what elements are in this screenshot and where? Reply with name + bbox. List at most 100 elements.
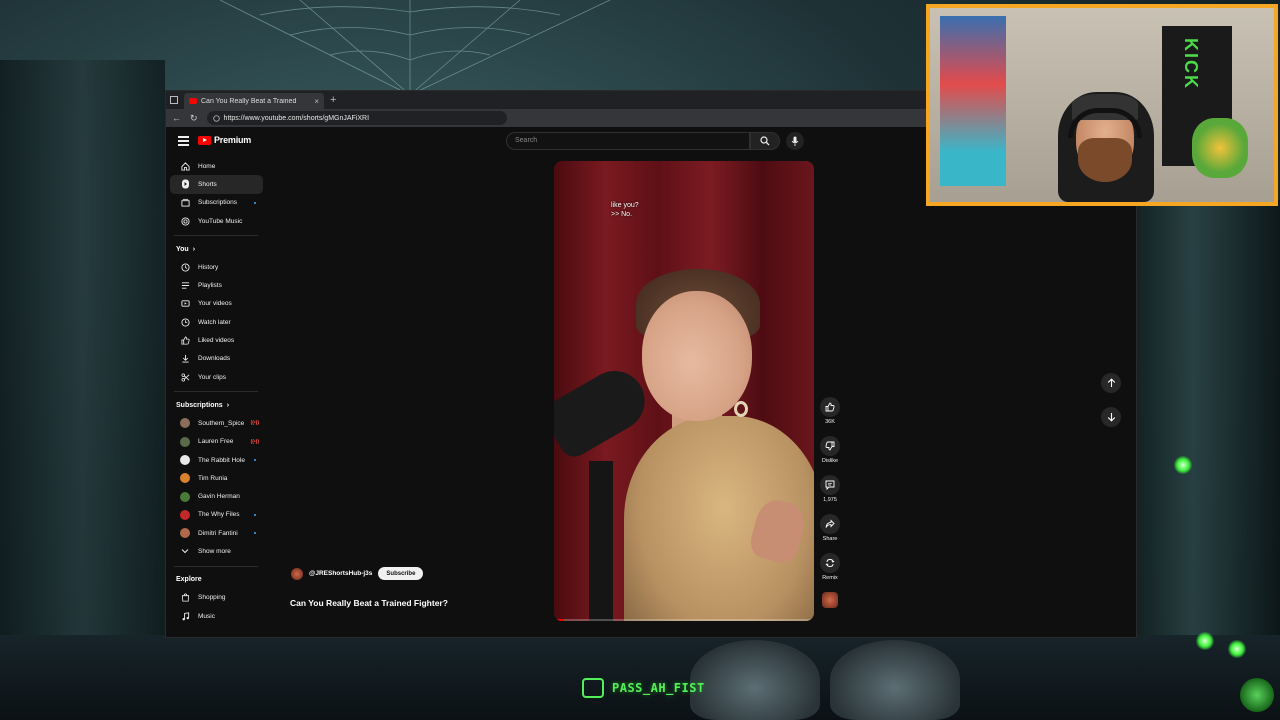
remix-icon — [825, 559, 835, 567]
jack-o-lantern-right — [830, 640, 960, 720]
url-field[interactable]: https://www.youtube.com/shorts/gMGnJAFiX… — [206, 111, 507, 125]
video-frame-subject — [734, 401, 748, 417]
live-indicator-icon: ((•)) — [250, 438, 259, 445]
you-section-heading[interactable]: You › — [166, 240, 266, 258]
sidebar-item-label: Downloads — [198, 355, 231, 363]
chevron-right-icon: › — [192, 245, 196, 253]
sidebar-subscription-item[interactable]: Dimitri Fantini — [170, 524, 263, 542]
avatar — [180, 418, 190, 429]
sidebar-item-your-videos[interactable]: Your videos — [170, 295, 263, 313]
sidebar-item-label: Your videos — [198, 300, 232, 308]
site-info-icon[interactable] — [212, 114, 220, 122]
back-arrow-icon[interactable]: ← — [172, 113, 181, 123]
chevron-right-icon: › — [226, 401, 230, 409]
avatar[interactable] — [291, 567, 303, 580]
channel-logo-icon — [1240, 678, 1274, 712]
search-button[interactable] — [750, 132, 780, 150]
sidebar-item-label: Your clips — [198, 373, 226, 381]
sidebar-subscription-item[interactable]: The Rabbit Hole — [170, 451, 263, 469]
previous-short-button[interactable] — [1101, 373, 1121, 393]
dislike-button[interactable] — [820, 436, 840, 456]
thumbs-up-icon — [825, 402, 835, 412]
sidebar-item-music[interactable]: Music — [170, 607, 263, 625]
sidebar-item-playlists[interactable]: Playlists — [170, 276, 263, 294]
shorts-navigation — [1101, 373, 1121, 427]
remix-button[interactable] — [820, 553, 840, 573]
channel-name[interactable]: @JREShortsHub-j3s — [309, 570, 372, 577]
reload-icon[interactable]: ↻ — [190, 113, 198, 124]
sound-source-avatar[interactable] — [822, 592, 838, 608]
sidebar-item-your-clips[interactable]: Your clips — [170, 368, 263, 386]
voice-search-button[interactable] — [786, 132, 804, 150]
sidebar-item-label: The Why Files — [198, 511, 240, 519]
sidebar-subscription-item[interactable]: Tim Runia — [170, 469, 263, 487]
sidebar-item-shorts[interactable]: Shorts — [170, 175, 263, 194]
sidebar-item-label: Southern_Spice — [198, 419, 245, 427]
sidebar-subscription-item[interactable]: The Why Files — [170, 506, 263, 524]
avatar — [180, 509, 190, 520]
explore-section-heading: Explore — [166, 571, 266, 589]
sidebar-item-subscriptions[interactable]: Subscriptions — [170, 194, 263, 212]
window-menu-icon[interactable] — [170, 96, 178, 104]
subscribe-button[interactable]: Subscribe — [378, 567, 424, 580]
sidebar-subscription-item[interactable]: Lauren Free ((•)) — [170, 433, 263, 451]
you-heading-text: You — [176, 245, 189, 253]
show-more-button[interactable]: Show more — [170, 542, 263, 560]
next-short-button[interactable] — [1101, 407, 1121, 427]
new-content-dot — [254, 513, 256, 516]
jack-o-lantern-left — [690, 640, 820, 720]
webcam-overlay: KICK — [926, 4, 1278, 206]
sidebar-item-downloads[interactable]: Downloads — [170, 350, 263, 368]
sidebar-item-liked-videos[interactable]: Liked videos — [170, 331, 263, 349]
sidebar-item-label: Watch later — [198, 318, 231, 326]
comments-button[interactable] — [820, 475, 840, 495]
youtube-premium-logo[interactable]: Premium — [198, 135, 251, 145]
sidebar-item-history[interactable]: History — [170, 258, 263, 276]
shorts-action-bar: 36K Dislike 1,975 Share Remix — [818, 397, 842, 608]
divider — [174, 565, 258, 567]
shorts-video-player[interactable]: like you? >> No. — [554, 161, 814, 621]
share-button[interactable] — [820, 514, 840, 534]
divider — [174, 235, 258, 237]
sidebar-item-label: Playlists — [198, 282, 222, 290]
sidebar-item-label: Subscriptions — [198, 199, 238, 207]
browser-tab[interactable]: Can You Really Beat a Trained × — [184, 93, 324, 109]
sidebar-item-youtube-music[interactable]: YouTube Music — [170, 212, 263, 230]
sidebar-subscription-item[interactable]: Southern_Spice ((•)) — [170, 414, 263, 432]
zombie-eye-icon — [1228, 640, 1246, 658]
url-text: https://www.youtube.com/shorts/gMGnJAFiX… — [223, 114, 370, 122]
search-icon — [760, 136, 770, 146]
subscriptions-icon — [180, 198, 190, 208]
search-input[interactable]: Search — [506, 132, 750, 150]
sidebar-item-shopping[interactable]: Shopping — [170, 589, 263, 607]
progress-track[interactable] — [554, 619, 814, 621]
youtube-music-icon — [180, 216, 190, 226]
subscriptions-section-heading[interactable]: Subscriptions › — [166, 396, 266, 414]
new-content-dot — [254, 459, 256, 461]
new-tab-button[interactable]: + — [330, 94, 336, 106]
tab-close-icon[interactable]: × — [314, 97, 319, 106]
progress-bar[interactable] — [554, 619, 565, 621]
scissors-icon — [180, 372, 190, 382]
avatar — [180, 491, 190, 502]
sidebar-item-label: Music — [198, 612, 215, 620]
live-indicator-icon: ((•)) — [250, 420, 259, 427]
sidebar-item-home[interactable]: Home — [170, 157, 263, 175]
thumbs-up-icon — [180, 336, 190, 346]
sidebar-item-watch-later[interactable]: Watch later — [170, 313, 263, 331]
remix-label: Remix — [822, 575, 838, 581]
wall-poster — [940, 16, 1006, 186]
like-button[interactable] — [820, 397, 840, 417]
arrow-up-icon — [1107, 378, 1115, 387]
home-icon — [180, 161, 190, 171]
avatar — [180, 455, 190, 465]
zombie-eye-icon — [1196, 632, 1214, 650]
short-title[interactable]: Can You Really Beat a Trained Fighter? — [290, 598, 448, 608]
comment-icon — [825, 480, 835, 490]
new-content-dot — [254, 532, 256, 535]
sidebar-subscription-item[interactable]: Gavin Herman — [170, 487, 263, 505]
menu-icon[interactable] — [178, 136, 189, 146]
like-count: 36K — [825, 419, 835, 425]
sidebar-item-label: The Rabbit Hole — [198, 456, 245, 464]
sidebar-item-label: Shorts — [198, 180, 217, 188]
